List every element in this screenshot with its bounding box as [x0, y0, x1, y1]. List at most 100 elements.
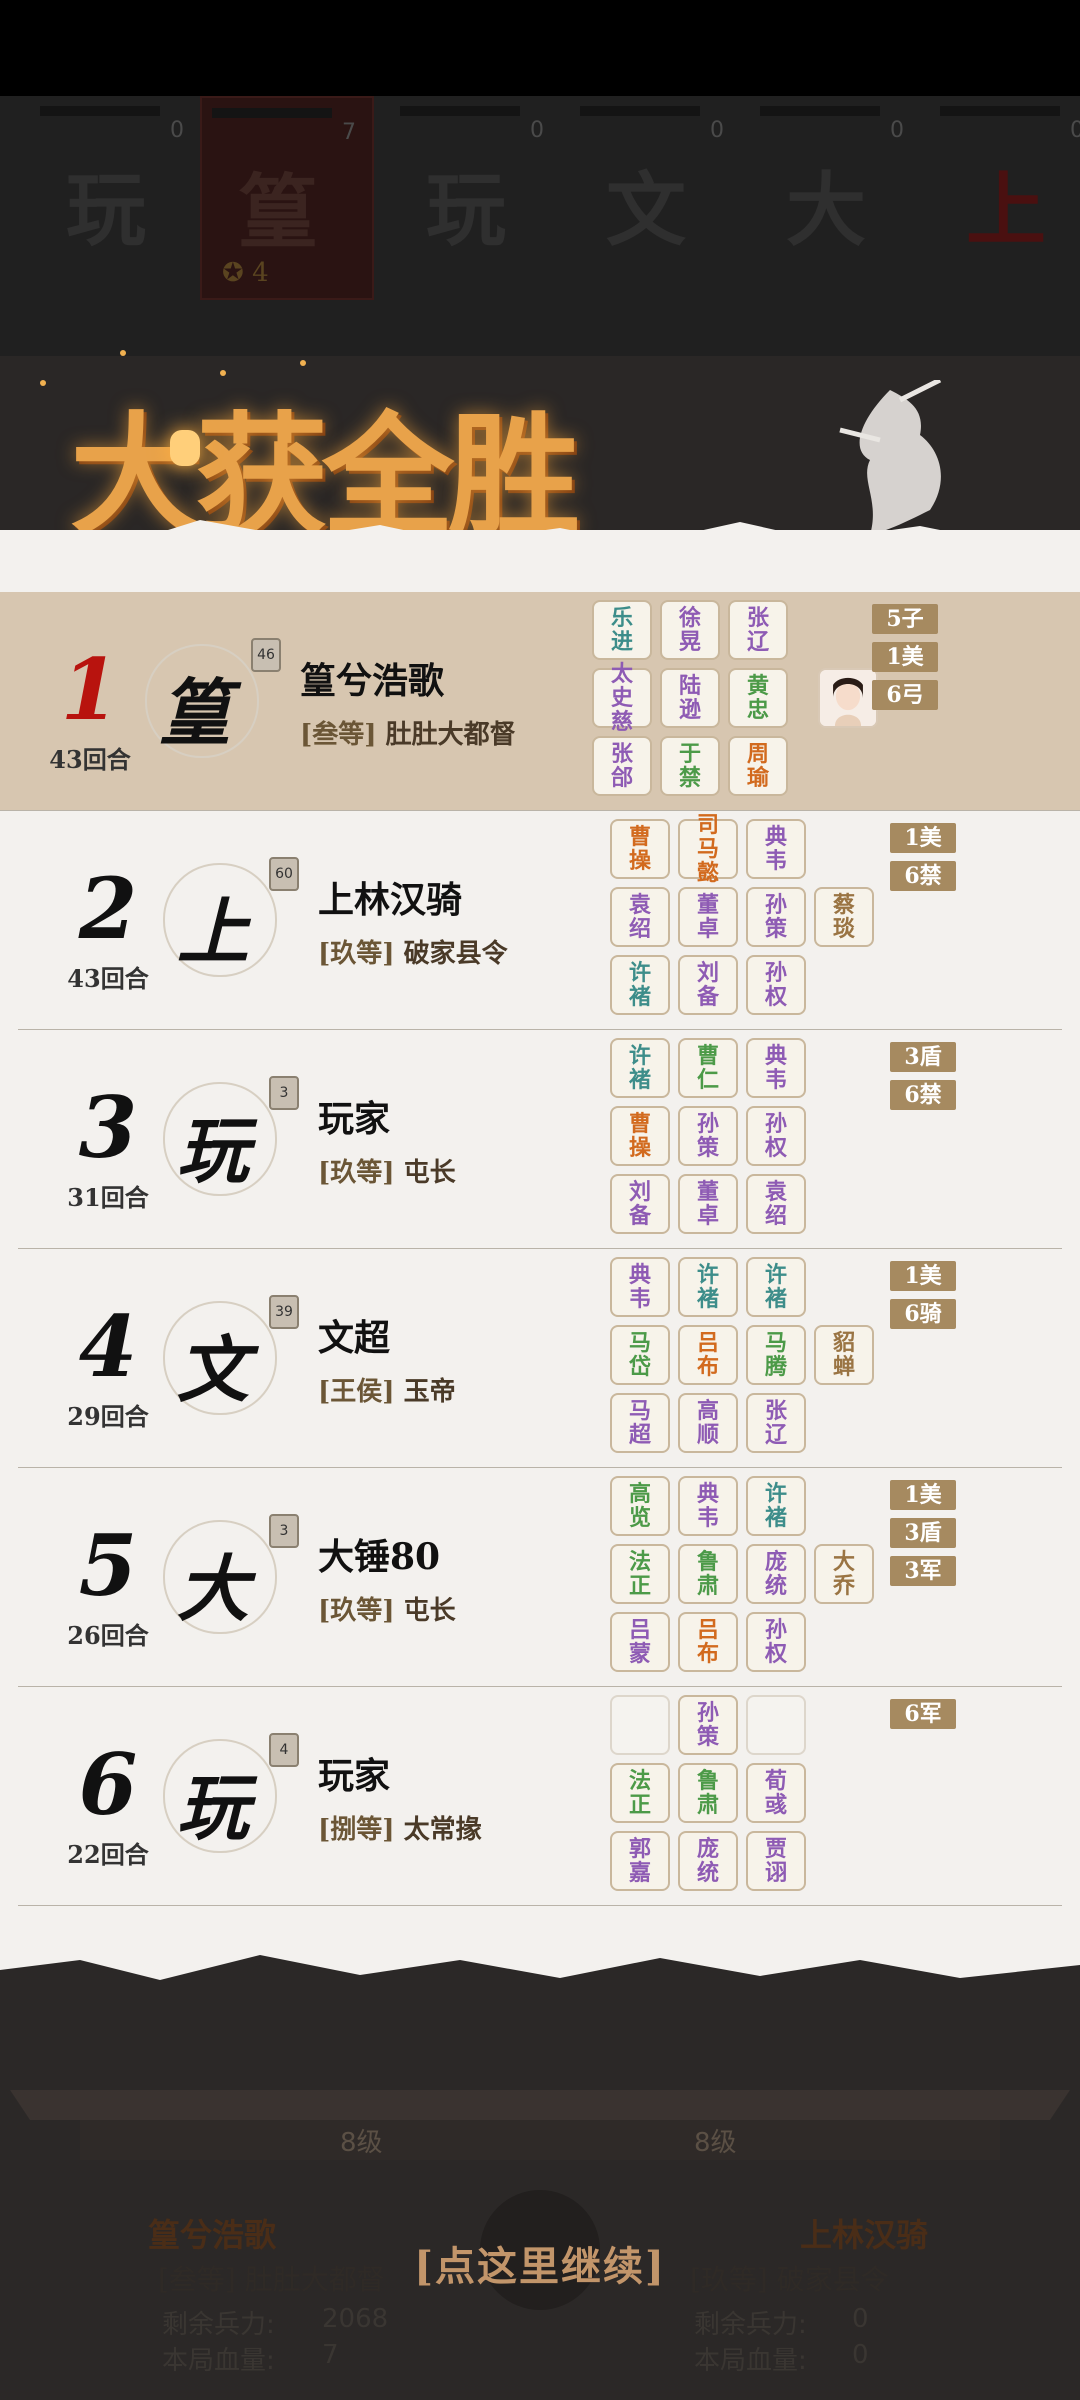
player-avatar: 玩4 — [163, 1733, 299, 1859]
hero-card-name: 许褚 — [696, 1262, 719, 1312]
hero-card[interactable]: 袁绍 — [610, 887, 670, 947]
player-name: 玩家 — [318, 1755, 391, 1797]
ranking-row: 2 43回合上 60 上林汉骑 [玖等] 破家县令 曹操 司马懿 典韦 袁绍 董卓 孙策 许褚 刘备 孙权… — [18, 811, 1062, 1030]
hero-card[interactable]: 高顺 — [678, 1393, 738, 1453]
player-avatar: 玩3 — [163, 1076, 299, 1202]
top-player-char: 玩 — [426, 163, 506, 257]
hero-card[interactable]: 孙权 — [746, 1612, 806, 1672]
hero-card[interactable]: 庞统 — [746, 1544, 806, 1604]
hero-card[interactable]: 袁绍 — [746, 1174, 806, 1234]
hero-card[interactable]: 刘备 — [610, 1174, 670, 1234]
hero-card-extra[interactable]: 大乔 — [814, 1544, 874, 1604]
bonus-badge: 3军 — [890, 1556, 956, 1586]
rank-number: 2 — [78, 859, 138, 958]
rounds-count: 43回合 — [49, 745, 131, 774]
hero-card[interactable]: 马岱 — [610, 1325, 670, 1385]
hero-card[interactable]: 曹操 — [610, 1106, 670, 1166]
hero-card[interactable]: 吕蒙 — [610, 1612, 670, 1672]
hero-card[interactable]: 典韦 — [746, 819, 806, 879]
player-name: 玩家 — [318, 1098, 391, 1140]
hero-card[interactable]: 刘备 — [678, 955, 738, 1015]
player-title: [捌等] 太常掾 — [318, 1809, 482, 1846]
hero-card[interactable]: 法正 — [610, 1763, 670, 1823]
hero-card-name: 刘备 — [696, 960, 719, 1010]
hero-card[interactable]: 许褚 — [678, 1257, 738, 1317]
rounds-count: 29回合 — [67, 1402, 149, 1431]
hero-card-name: 吕布 — [696, 1330, 719, 1380]
hero-card-name: 许褚 — [764, 1262, 787, 1312]
hero-card[interactable]: 马腾 — [746, 1325, 806, 1385]
hero-card[interactable]: 孙策 — [678, 1106, 738, 1166]
bonus-badges: 6军 — [890, 1699, 956, 1737]
hero-card-name: 貂蝉 — [832, 1330, 855, 1380]
hero-card[interactable]: 庞统 — [678, 1831, 738, 1891]
hero-card[interactable]: 法正 — [610, 1544, 670, 1604]
top-player-slot: 0文 — [570, 96, 740, 296]
player-avatar: 上 60 — [163, 857, 299, 983]
hero-card-name: 郭嘉 — [628, 1836, 651, 1886]
hero-card[interactable]: 周瑜 — [728, 736, 788, 796]
hero-card[interactable]: 曹操 — [610, 819, 670, 879]
hero-card-name: 孙权 — [764, 960, 787, 1010]
hero-card[interactable]: 张辽 — [746, 1393, 806, 1453]
hero-card-name: 庞统 — [764, 1549, 787, 1599]
hero-card[interactable]: 荀彧 — [746, 1763, 806, 1823]
hero-card[interactable]: 曹仁 — [678, 1038, 738, 1098]
hero-card[interactable]: 马超 — [610, 1393, 670, 1453]
hero-card[interactable]: 许褚 — [746, 1476, 806, 1536]
hero-card-name: 法正 — [628, 1549, 651, 1599]
hero-card[interactable] — [746, 1695, 806, 1755]
hero-card[interactable]: 高览 — [610, 1476, 670, 1536]
hero-card[interactable]: 孙策 — [678, 1695, 738, 1755]
hero-card[interactable]: 张郃 — [592, 736, 652, 796]
hero-card[interactable]: 司马懿 — [678, 813, 738, 885]
hero-card-name: 曹仁 — [696, 1043, 719, 1093]
level-badge: 46 — [251, 638, 281, 672]
avatar-char: 篁 — [159, 670, 232, 755]
spark — [120, 350, 126, 356]
hero-card[interactable]: 典韦 — [746, 1038, 806, 1098]
player-grade: [王侯] — [318, 1377, 395, 1407]
hero-card[interactable]: 孙权 — [746, 1106, 806, 1166]
hero-card-name: 许褚 — [628, 1043, 651, 1093]
hero-card[interactable]: 董卓 — [678, 1174, 738, 1234]
hero-card-name: 孙策 — [764, 892, 787, 942]
player-office: 肚肚大都督 — [385, 720, 516, 750]
hero-card[interactable]: 董卓 — [678, 887, 738, 947]
hero-card[interactable]: 太史慈 — [592, 662, 652, 734]
hero-card[interactable]: 黄忠 — [728, 668, 788, 728]
hero-card[interactable]: 于禁 — [660, 736, 720, 796]
right-hp-label: 本局血量: — [694, 2346, 807, 2376]
hero-card[interactable]: 吕布 — [678, 1325, 738, 1385]
hero-card[interactable]: 郭嘉 — [610, 1831, 670, 1891]
player-name: 大锤80 — [318, 1536, 441, 1578]
hero-card-name: 吕布 — [696, 1617, 719, 1667]
hero-card[interactable]: 徐晃 — [660, 600, 720, 660]
hero-card-name: 曹操 — [628, 1111, 651, 1161]
hero-card[interactable] — [610, 1695, 670, 1755]
spark — [40, 380, 46, 386]
hero-card[interactable]: 孙策 — [746, 887, 806, 947]
hero-card[interactable]: 吕布 — [678, 1612, 738, 1672]
hero-card-name: 荀彧 — [764, 1768, 787, 1818]
hero-card[interactable]: 典韦 — [678, 1476, 738, 1536]
bonus-badge: 3盾 — [890, 1518, 956, 1548]
hero-card-extra[interactable]: 蔡琰 — [814, 887, 874, 947]
hero-card[interactable]: 陆逊 — [660, 668, 720, 728]
hero-card[interactable]: 典韦 — [610, 1257, 670, 1317]
continue-button[interactable]: [点这里继续] — [300, 2234, 780, 2292]
rank-number: 6 — [78, 1735, 138, 1834]
hero-card[interactable]: 乐进 — [592, 600, 652, 660]
hero-card[interactable]: 张辽 — [728, 600, 788, 660]
hero-card[interactable]: 孙权 — [746, 955, 806, 1015]
hero-card[interactable]: 许褚 — [610, 955, 670, 1015]
hero-card[interactable]: 许褚 — [746, 1257, 806, 1317]
hero-card[interactable]: 贾诩 — [746, 1831, 806, 1891]
hero-card[interactable]: 鲁肃 — [678, 1763, 738, 1823]
hero-card-name: 马超 — [628, 1398, 651, 1448]
hp-bar — [580, 106, 700, 116]
hero-card-extra[interactable]: 貂蝉 — [814, 1325, 874, 1385]
top-player-char: 玩 — [66, 163, 146, 257]
hero-card[interactable]: 许褚 — [610, 1038, 670, 1098]
hero-card[interactable]: 鲁肃 — [678, 1544, 738, 1604]
